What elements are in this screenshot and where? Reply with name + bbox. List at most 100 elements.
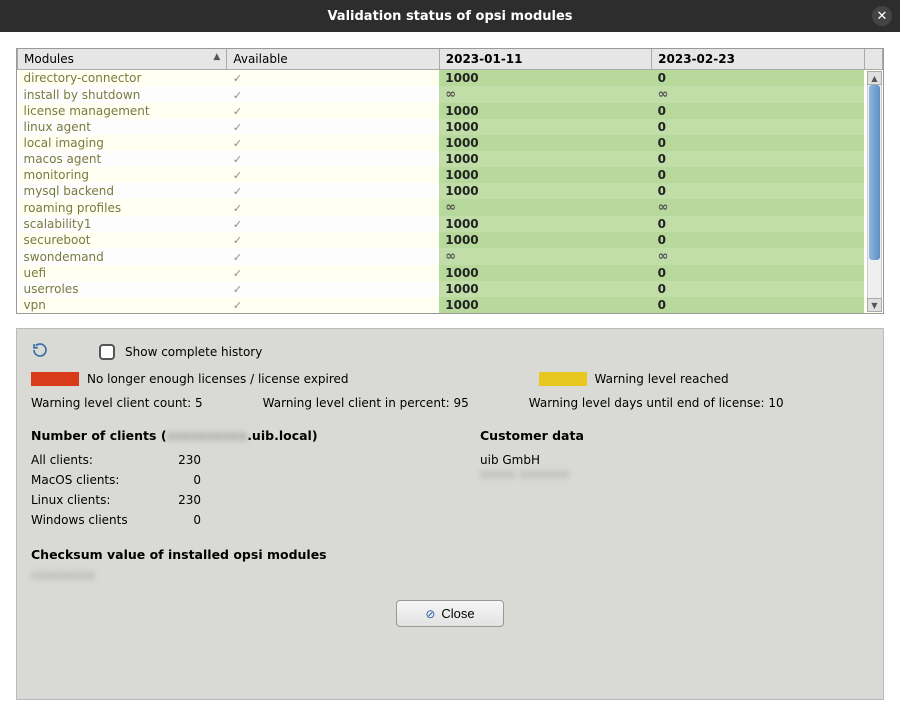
module-name-cell: swondemand [18, 248, 227, 265]
close-icon: ✕ [877, 9, 888, 24]
swatch-yellow-icon [539, 372, 587, 386]
table-row[interactable]: uefi✓10000 [18, 265, 883, 281]
table-row[interactable]: monitoring✓10000 [18, 167, 883, 183]
date1-cell: 1000 [439, 119, 651, 135]
check-icon: ✓ [233, 283, 242, 296]
refresh-button[interactable] [31, 341, 49, 362]
table-header-row: Modules ▲ Available 2023-01-11 2023-02-2… [18, 49, 883, 70]
close-button[interactable]: ⊘ Close [396, 600, 503, 627]
available-cell: ✓ [227, 119, 439, 135]
modules-table-frame: Modules ▲ Available 2023-01-11 2023-02-2… [16, 48, 884, 314]
table-row[interactable]: local imaging✓10000 [18, 135, 883, 151]
available-cell: ✓ [227, 135, 439, 151]
check-icon: ✓ [233, 299, 242, 312]
table-row[interactable]: license management✓10000 [18, 103, 883, 119]
date1-cell: 1000 [439, 103, 651, 119]
customer-address: xxxxx xxxxxxx [480, 467, 569, 481]
check-icon: ✓ [233, 121, 242, 134]
date1-cell: 1000 [439, 167, 651, 183]
available-cell: ✓ [227, 265, 439, 281]
date1-cell: 1000 [439, 70, 651, 87]
date2-cell: 0 [652, 135, 864, 151]
cancel-icon: ⊘ [425, 607, 435, 621]
scroll-track[interactable] [867, 85, 882, 298]
check-icon: ✓ [233, 267, 242, 280]
module-name-cell: install by shutdown [18, 86, 227, 103]
details-panel: Show complete history No longer enough l… [16, 328, 884, 700]
clients-heading-suffix: .uib.local) [247, 428, 317, 443]
legend-yellow-label: Warning level reached [595, 372, 729, 386]
col-date1[interactable]: 2023-01-11 [439, 49, 651, 70]
clients-heading-prefix: Number of clients ( [31, 428, 167, 443]
customer-name: uib GmbH [480, 453, 869, 467]
check-icon: ✓ [233, 89, 242, 102]
available-cell: ✓ [227, 167, 439, 183]
module-name-cell: mysql backend [18, 183, 227, 199]
show-history-checkbox[interactable] [99, 344, 115, 360]
refresh-icon [31, 341, 49, 359]
table-row[interactable]: mysql backend✓10000 [18, 183, 883, 199]
date1-cell: 1000 [439, 265, 651, 281]
date2-cell: 0 [652, 232, 864, 248]
available-cell: ✓ [227, 248, 439, 265]
table-row[interactable]: vpn✓10000 [18, 297, 883, 313]
windows-clients-label: Windows clients [31, 513, 151, 527]
table-row[interactable]: scalability1✓10000 [18, 216, 883, 232]
module-name-cell: linux agent [18, 119, 227, 135]
legend-row: No longer enough licenses / license expi… [31, 372, 869, 386]
show-history-label: Show complete history [125, 345, 262, 359]
customer-section: Customer data uib GmbH xxxxx xxxxxxx [480, 428, 869, 527]
table-row[interactable]: secureboot✓10000 [18, 232, 883, 248]
col-available[interactable]: Available [227, 49, 439, 70]
module-name-cell: directory-connector [18, 70, 227, 87]
warn-percent-value: 95 [454, 396, 469, 410]
warn-count-value: 5 [195, 396, 203, 410]
table-row[interactable]: linux agent ✓ 10000 [18, 119, 883, 135]
module-name-cell: macos agent [18, 151, 227, 167]
date1-cell: 1000 [439, 232, 651, 248]
check-icon: ✓ [233, 72, 242, 85]
date2-cell: ∞ [652, 199, 864, 216]
table-row[interactable]: macos agent✓10000 [18, 151, 883, 167]
date1-cell: 1000 [439, 281, 651, 297]
col-scrollbar-spacer [864, 49, 882, 70]
linux-clients-label: Linux clients: [31, 493, 151, 507]
col-modules[interactable]: Modules ▲ [18, 49, 227, 70]
date1-cell: ∞ [439, 248, 651, 265]
infinity-icon: ∞ [445, 249, 456, 264]
date1-cell: 1000 [439, 135, 651, 151]
scroll-down-icon[interactable]: ▼ [867, 298, 882, 312]
date2-cell: 0 [652, 281, 864, 297]
table-scrollbar[interactable]: ▲ ▼ [867, 71, 882, 312]
check-icon: ✓ [233, 202, 242, 215]
warn-days-label: Warning level days until end of license: [529, 396, 765, 410]
macos-clients-value: 0 [151, 473, 201, 487]
module-name-cell: local imaging [18, 135, 227, 151]
available-cell: ✓ [227, 216, 439, 232]
table-row[interactable]: install by shutdown✓∞∞ [18, 86, 883, 103]
checksum-heading: Checksum value of installed opsi modules [31, 547, 869, 562]
window-close-button[interactable]: ✕ [872, 6, 892, 26]
table-row[interactable]: userroles✓10000 [18, 281, 883, 297]
infinity-icon: ∞ [658, 200, 669, 215]
check-icon: ✓ [233, 251, 242, 264]
check-icon: ✓ [233, 234, 242, 247]
clients-section: Number of clients (xxxxxxxxxx.uib.local)… [31, 428, 420, 527]
available-cell: ✓ [227, 70, 439, 87]
warn-days-value: 10 [768, 396, 783, 410]
check-icon: ✓ [233, 105, 242, 118]
check-icon: ✓ [233, 185, 242, 198]
all-clients-value: 230 [151, 453, 201, 467]
module-name-cell: uefi [18, 265, 227, 281]
date1-cell: 1000 [439, 151, 651, 167]
table-row[interactable]: swondemand✓∞∞ [18, 248, 883, 265]
scroll-up-icon[interactable]: ▲ [867, 71, 882, 85]
table-row[interactable]: roaming profiles✓∞∞ [18, 199, 883, 216]
scroll-thumb[interactable] [869, 85, 880, 260]
table-row[interactable]: directory-connector✓10000 [18, 70, 883, 87]
sort-asc-icon: ▲ [213, 52, 220, 62]
col-date2[interactable]: 2023-02-23 [652, 49, 864, 70]
infinity-icon: ∞ [658, 87, 669, 102]
date2-cell: 0 [652, 119, 864, 135]
swatch-red-icon [31, 372, 79, 386]
